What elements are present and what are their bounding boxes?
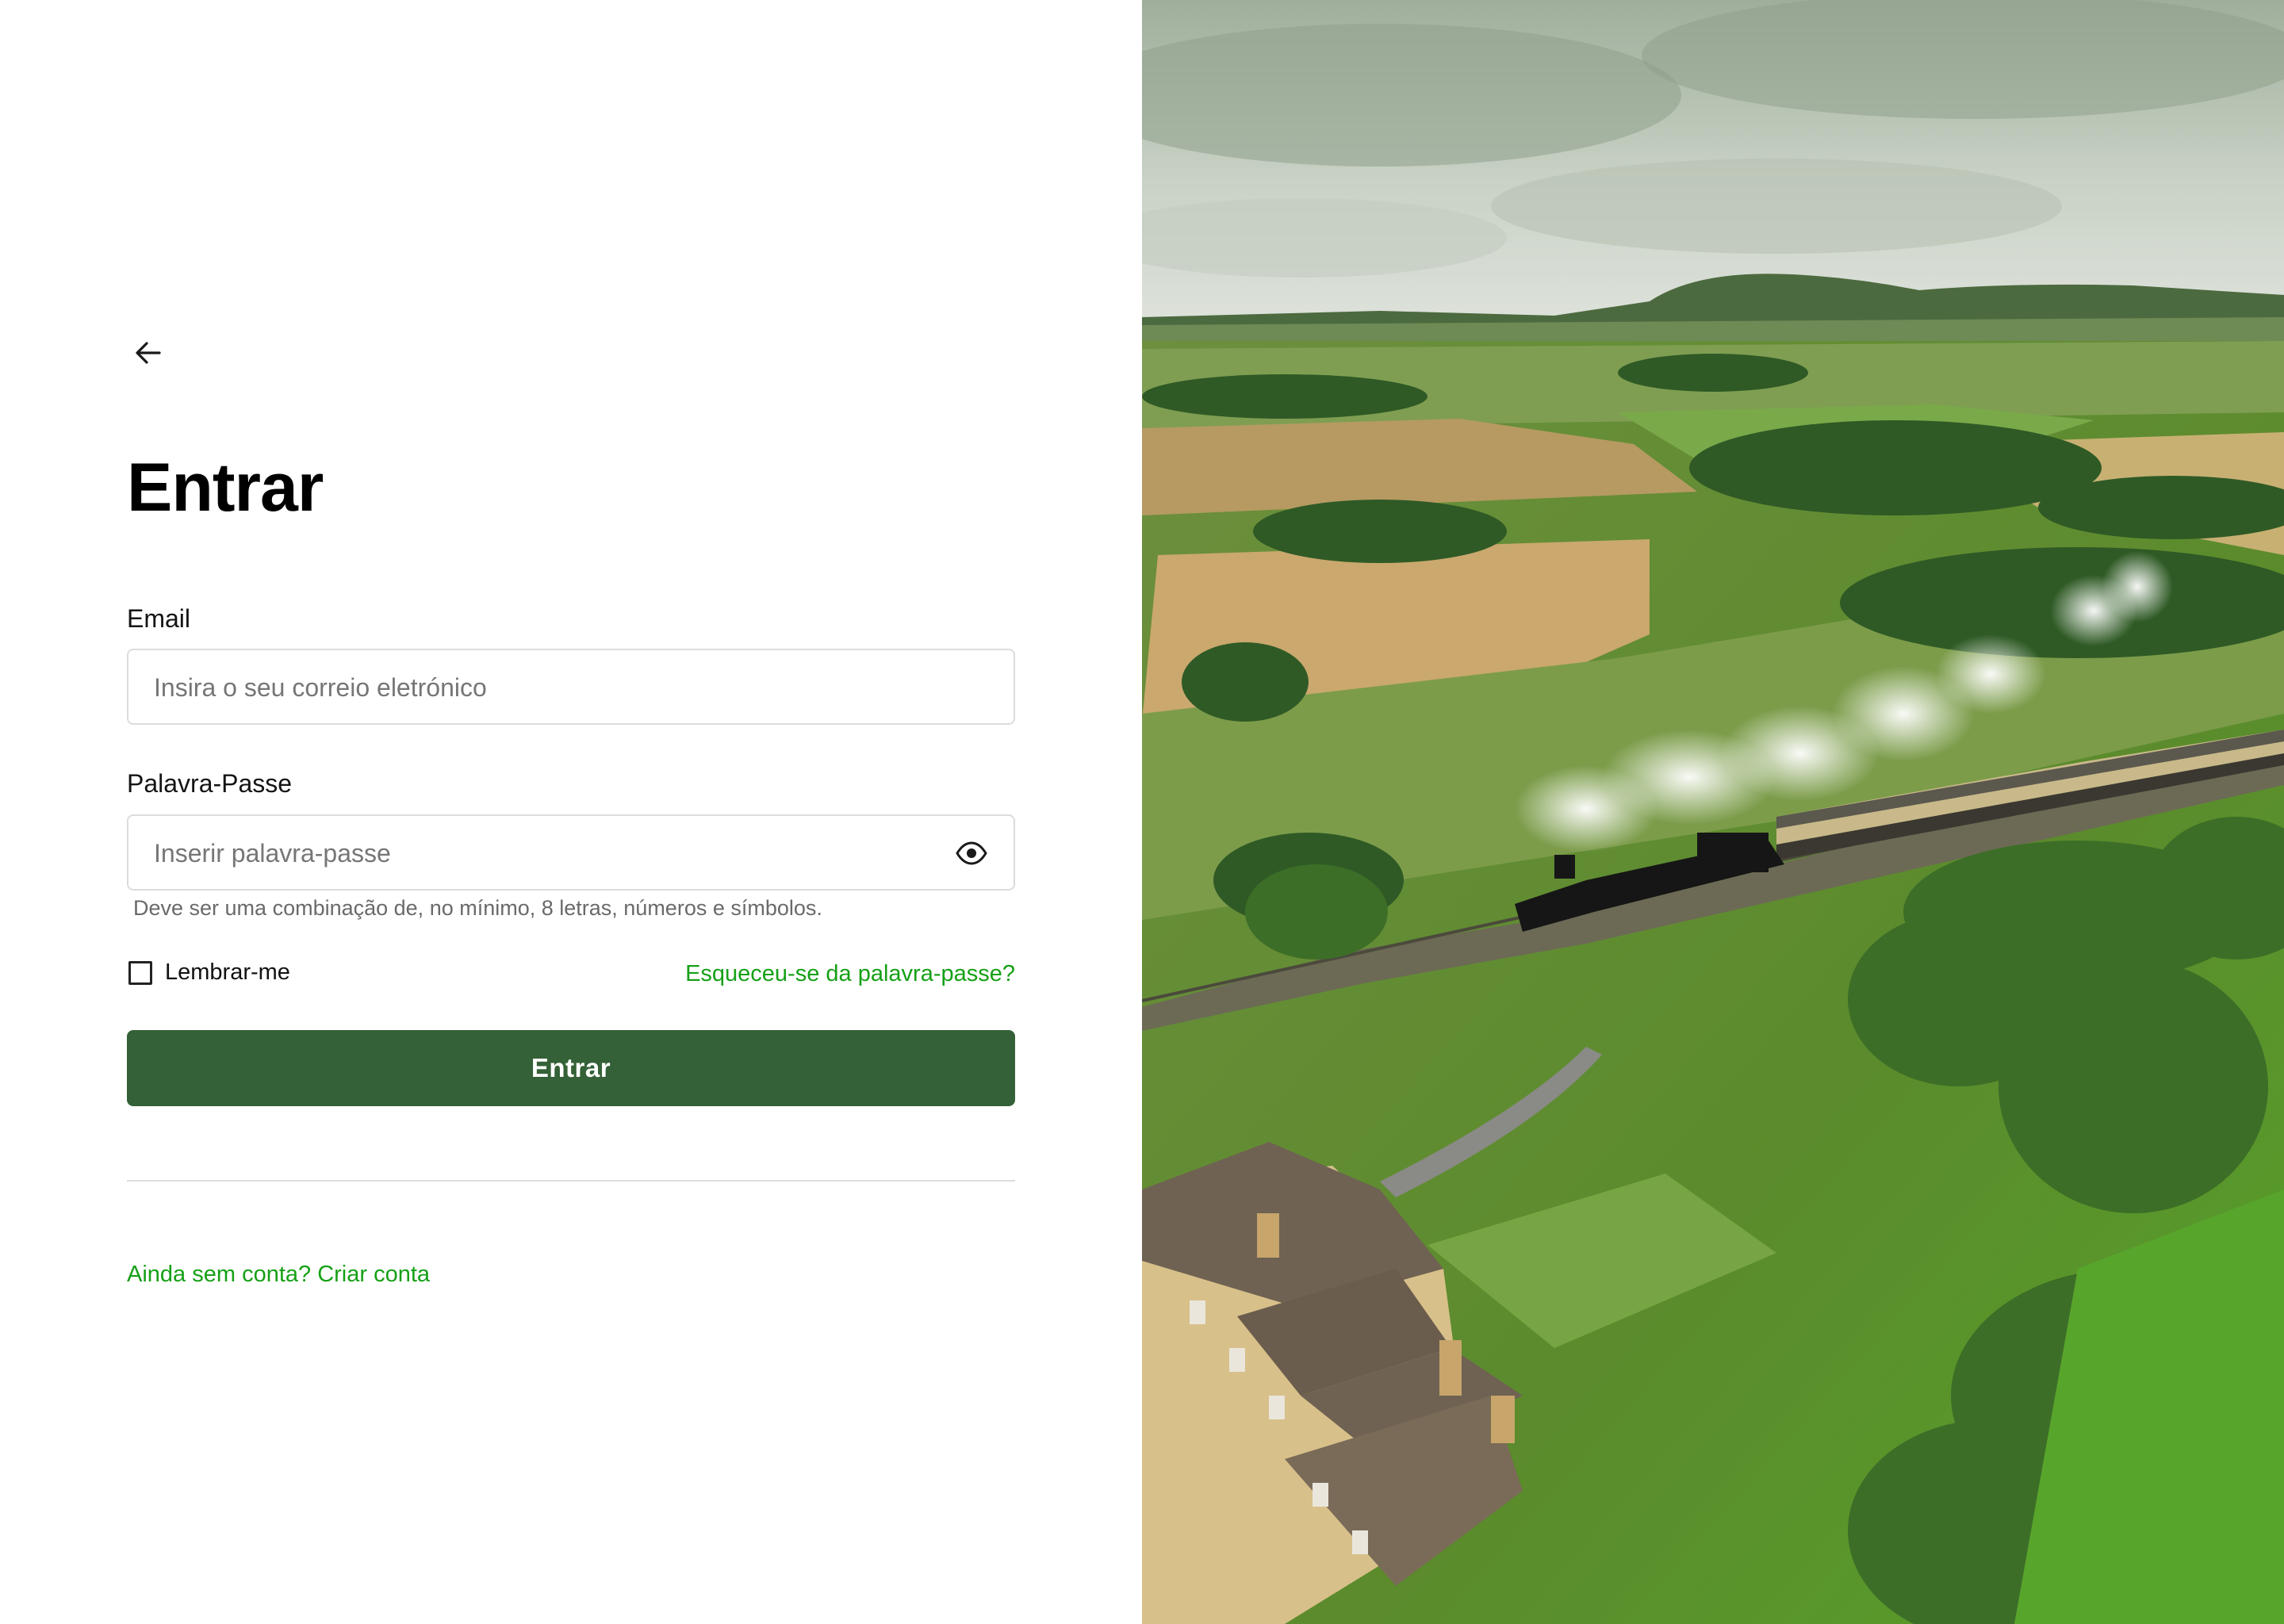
- email-field[interactable]: [152, 650, 948, 725]
- login-panel: Entrar Email Palavra-Passe Deve ser uma …: [0, 0, 1142, 1624]
- checkbox-box[interactable]: [128, 960, 152, 985]
- password-hint: Deve ser uma combinação de, no mínimo, 8…: [133, 896, 822, 920]
- eye-icon: [956, 841, 987, 865]
- password-label: Palavra-Passe: [127, 769, 293, 798]
- divider: [127, 1180, 1015, 1182]
- login-page: Entrar Email Palavra-Passe Deve ser uma …: [0, 0, 2284, 1624]
- forgot-password-link[interactable]: Esqueceu-se da palavra-passe?: [685, 959, 1015, 988]
- arrow-left-icon: [136, 342, 161, 364]
- remember-me-label: Lembrar-me: [165, 959, 290, 985]
- password-field-box: [127, 814, 1015, 891]
- email-label: Email: [127, 604, 191, 633]
- back-button[interactable]: [127, 331, 170, 374]
- password-field[interactable]: [152, 816, 948, 891]
- page-title: Entrar: [127, 450, 324, 526]
- remember-me-checkbox[interactable]: Lembrar-me: [128, 959, 290, 986]
- landscape-photo: [1142, 0, 2284, 1624]
- hero-image: [1142, 0, 2284, 1624]
- toggle-password-visibility-button[interactable]: [953, 835, 990, 871]
- email-field-box: [127, 649, 1015, 725]
- create-account-link[interactable]: Ainda sem conta? Criar conta: [127, 1260, 430, 1289]
- sign-in-button[interactable]: Entrar: [127, 1030, 1015, 1106]
